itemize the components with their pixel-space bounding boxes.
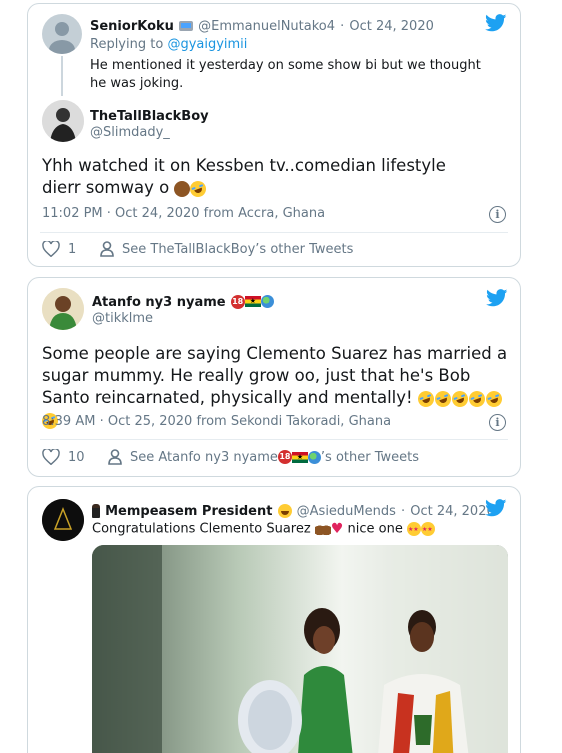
see-other-tweets-link[interactable]: See Atanfo ny3 nyame18 ’s other Tweets	[108, 449, 419, 465]
author-name[interactable]: Mempeasem President	[105, 504, 272, 519]
author-name[interactable]: TheTallBlackBoy	[90, 109, 209, 124]
laptop-emoji-icon	[179, 20, 194, 31]
avatar-thetallblackboy[interactable]	[42, 100, 84, 142]
like-count: 1	[68, 241, 77, 257]
smiley-emoji-icon	[277, 503, 292, 518]
divider	[40, 439, 508, 440]
replying-to-label: Replying to	[90, 37, 164, 52]
see-other-prefix: See TheTallBlackBoy	[122, 241, 256, 257]
tweet-text-body: Congratulations Clemento Suarez	[92, 521, 311, 537]
tweet-text: Yhh watched it on Kessben tv..comedian l…	[42, 155, 462, 199]
twitter-bird-icon[interactable]	[485, 499, 507, 517]
raised-hands-emoji-icon	[314, 522, 331, 536]
tweet-text: Congratulations Clemento Suarez ♥ nice o…	[92, 520, 435, 539]
ghana-flag-icon	[291, 451, 308, 463]
tweet-text-tail: nice one	[347, 521, 403, 537]
author-handle[interactable]: @AsieduMends	[297, 504, 396, 519]
replying-to-line: Replying to @gyaigyimii	[90, 37, 247, 52]
quoted-date[interactable]: Oct 24, 2020	[349, 19, 434, 34]
no-under-18-icon: 18	[277, 450, 292, 464]
like-count: 10	[68, 449, 85, 465]
quoted-tweet-text: He mentioned it yesterday on some show b…	[90, 58, 481, 91]
author-line: Atanfo ny3 nyame 18	[92, 291, 274, 310]
info-icon[interactable]: i	[489, 206, 506, 223]
author-line: Mempeasem President @AsieduMends · Oct 2…	[92, 500, 495, 519]
avatar-mempeasem[interactable]	[42, 499, 84, 541]
person-icon	[100, 241, 114, 257]
heart-outline-icon	[42, 449, 60, 465]
author-handle[interactable]: @Slimdady_	[90, 125, 170, 140]
tweet-card-1[interactable]: SeniorKoku @EmmanuelNutako4 · Oct 24, 20…	[27, 3, 521, 267]
tweet-card-3[interactable]: Mempeasem President @AsieduMends · Oct 2…	[27, 486, 521, 753]
see-other-tweets-link[interactable]: See TheTallBlackBoy’s other Tweets	[100, 241, 353, 257]
no-under-18-icon: 18	[230, 294, 245, 309]
see-other-suffix: ’s other Tweets	[320, 449, 420, 465]
twitter-bird-icon[interactable]	[485, 14, 507, 32]
star-struck-emoji-icon	[406, 521, 421, 539]
replying-to-handle[interactable]: @gyaigyimii	[167, 37, 247, 52]
avatar-seniorkoku[interactable]	[42, 14, 82, 54]
red-heart-emoji-icon: ♥	[330, 521, 344, 537]
quoted-header: SeniorKoku @EmmanuelNutako4 · Oct 24, 20…	[90, 15, 434, 34]
avatar-atanfo[interactable]	[42, 288, 84, 330]
tweet-timestamp[interactable]: 11:02 PM · Oct 24, 2020 from Accra, Ghan…	[42, 206, 325, 221]
twitter-bird-icon[interactable]	[486, 289, 508, 307]
globe-icon	[260, 295, 274, 308]
tweet-timestamp[interactable]: 8:39 AM · Oct 25, 2020 from Sekondi Tako…	[42, 414, 391, 429]
see-other-prefix: See Atanfo ny3 nyame	[130, 449, 278, 465]
info-icon[interactable]: i	[489, 414, 506, 431]
tweet-card-2[interactable]: Atanfo ny3 nyame 18 @tikklme Some people…	[27, 277, 521, 477]
rofl-emoji-icon	[188, 178, 209, 199]
heart-outline-icon	[42, 241, 60, 257]
shrug-emoji-icon	[174, 180, 191, 197]
person-icon	[108, 449, 122, 465]
like-button[interactable]: 1	[42, 241, 76, 257]
tweet-photo[interactable]	[92, 545, 508, 753]
suit-emoji-icon	[92, 503, 100, 518]
quoted-author-name[interactable]: SeniorKoku	[90, 19, 174, 34]
see-other-suffix: ’s other Tweets	[255, 241, 354, 257]
tweet-text-body: Yhh watched it on Kessben tv..comedian l…	[42, 156, 446, 197]
divider	[40, 232, 508, 233]
separator-dot: ·	[401, 504, 406, 519]
tweet-date[interactable]: Oct 24, 2020	[410, 504, 495, 519]
author-handle[interactable]: @tikklme	[92, 311, 153, 326]
star-struck-emoji-icon	[420, 521, 435, 539]
author-name[interactable]: Atanfo ny3 nyame	[92, 295, 226, 310]
like-button[interactable]: 10	[42, 449, 85, 465]
thread-line	[61, 56, 63, 96]
globe-icon	[307, 450, 321, 464]
quoted-author-handle[interactable]: @EmmanuelNutako4	[198, 19, 335, 34]
author-line: TheTallBlackBoy	[90, 105, 209, 124]
separator-dot: ·	[340, 19, 345, 34]
ghana-flag-icon	[244, 296, 261, 307]
